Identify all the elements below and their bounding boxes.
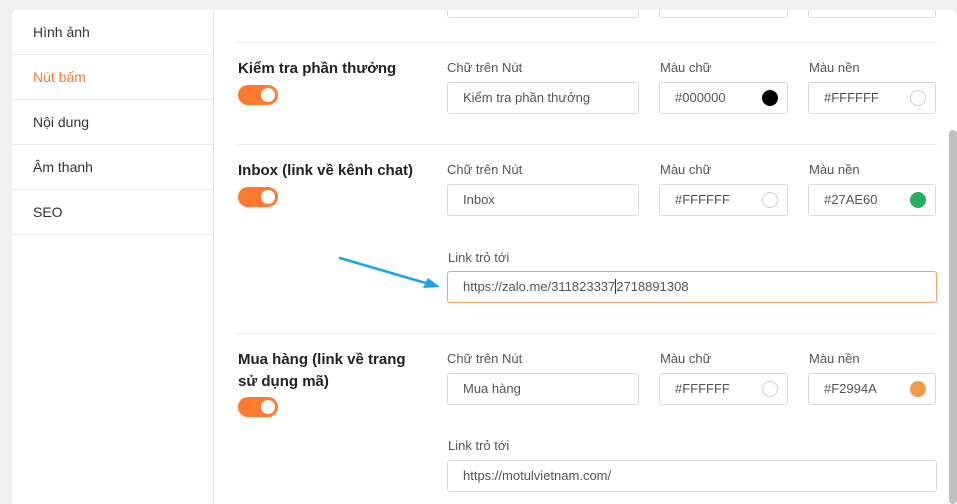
buy-bg-color-input[interactable]: #F2994A [808, 373, 936, 405]
buy-link-input[interactable]: https://motulvietnam.com/ [447, 460, 937, 492]
inbox-bg-color-swatch[interactable] [910, 192, 926, 208]
reward-bg-color-input[interactable]: #FFFFFF [808, 82, 936, 114]
inbox-button-text-input[interactable]: Inbox [447, 184, 639, 216]
sidebar-item-seo[interactable]: SEO [12, 190, 213, 235]
buy-toggle[interactable] [238, 397, 278, 417]
reward-text-color-value: #000000 [675, 90, 726, 105]
buy-link-label: Link trỏ tới [448, 438, 510, 453]
reward-bg-color-value: #FFFFFF [824, 90, 879, 105]
previous-section-text-color-input[interactable] [659, 10, 788, 18]
sidebar-item-images[interactable]: Hình ảnh [12, 10, 213, 55]
sidebar-item-sound[interactable]: Âm thanh [12, 145, 213, 190]
main-content: Kiểm tra phần thưởng Chữ trên Nút Kiểm t… [215, 10, 957, 504]
previous-section-input[interactable] [447, 10, 639, 18]
buy-text-color-swatch[interactable] [762, 381, 778, 397]
inbox-link-label: Link trỏ tới [448, 250, 510, 265]
toggle-knob [261, 190, 275, 204]
buy-bg-color-label: Màu nền [809, 351, 860, 366]
previous-section-bg-color-input[interactable] [808, 10, 936, 18]
buy-bg-color-swatch[interactable] [910, 381, 926, 397]
scrollbar-thumb[interactable] [949, 130, 957, 504]
sidebar: Hình ảnh Nút bấm Nội dung Âm thanh SEO [12, 10, 214, 504]
buy-section-title-line1: Mua hàng (link về trang [238, 351, 406, 368]
inbox-link-value-end: 2718891308 [616, 279, 689, 294]
sidebar-item-content[interactable]: Nội dung [12, 100, 213, 145]
section-divider [237, 42, 937, 43]
section-divider [237, 144, 937, 145]
buy-text-color-value: #FFFFFF [675, 381, 730, 396]
inbox-text-color-value: #FFFFFF [675, 192, 730, 207]
reward-button-text-input[interactable]: Kiểm tra phần thưởng [447, 82, 639, 114]
settings-panel: Hình ảnh Nút bấm Nội dung Âm thanh SEO K… [12, 10, 957, 504]
buy-button-text-label: Chữ trên Nút [447, 351, 523, 366]
reward-bg-color-label: Màu nền [809, 60, 860, 75]
inbox-bg-color-value: #27AE60 [824, 192, 878, 207]
reward-bg-color-swatch[interactable] [910, 90, 926, 106]
buy-section-title-line2: sử dụng mã) [238, 373, 329, 390]
inbox-link-input[interactable]: https://zalo.me/3118233372718891308 [447, 271, 937, 303]
reward-toggle[interactable] [238, 85, 278, 105]
buy-button-text-input[interactable]: Mua hàng [447, 373, 639, 405]
inbox-button-text-label: Chữ trên Nút [447, 162, 523, 177]
reward-text-color-label: Màu chữ [660, 60, 712, 75]
toggle-knob [261, 400, 275, 414]
reward-section-title: Kiểm tra phần thưởng [238, 60, 397, 77]
sidebar-item-buttons[interactable]: Nút bấm [12, 55, 213, 100]
inbox-text-color-input[interactable]: #FFFFFF [659, 184, 788, 216]
annotation-arrow-icon [338, 256, 440, 288]
buy-section-title: Mua hàng (link về trang sử dụng mã) [238, 349, 438, 393]
inbox-section-title: Inbox (link về kênh chat) [238, 162, 414, 179]
reward-text-color-input[interactable]: #000000 [659, 82, 788, 114]
buy-text-color-label: Màu chữ [660, 351, 712, 366]
buy-bg-color-value: #F2994A [824, 381, 877, 396]
reward-text-color-swatch[interactable] [762, 90, 778, 106]
toggle-knob [261, 88, 275, 102]
buy-text-color-input[interactable]: #FFFFFF [659, 373, 788, 405]
inbox-text-color-label: Màu chữ [660, 162, 712, 177]
inbox-bg-color-label: Màu nền [809, 162, 860, 177]
inbox-bg-color-input[interactable]: #27AE60 [808, 184, 936, 216]
inbox-text-color-swatch[interactable] [762, 192, 778, 208]
section-divider [237, 333, 937, 334]
inbox-link-value-start: https://zalo.me/311823337 [463, 279, 616, 294]
reward-button-text-label: Chữ trên Nút [447, 60, 523, 75]
inbox-toggle[interactable] [238, 187, 278, 207]
